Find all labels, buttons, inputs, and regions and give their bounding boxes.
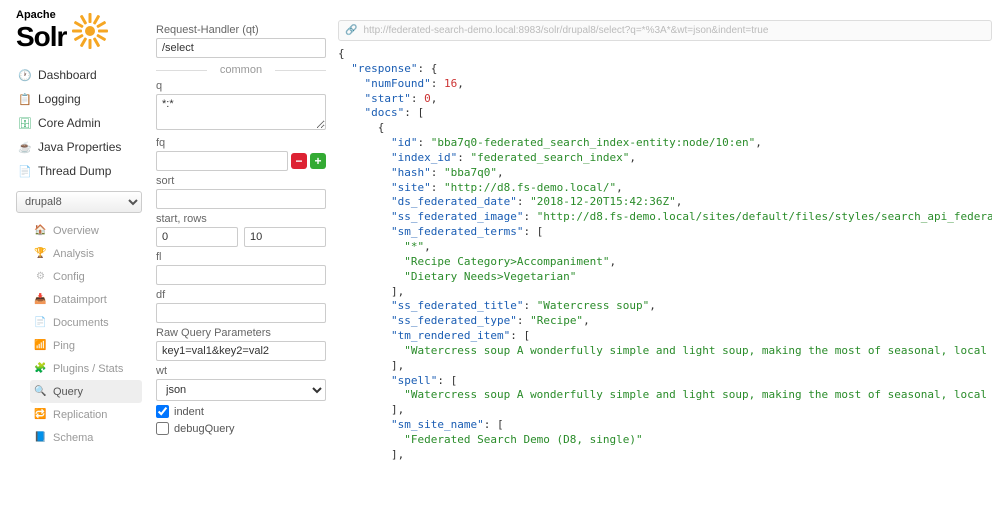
subnav-item-analysis[interactable]: 🏆 Analysis [30, 242, 142, 265]
sort-input[interactable] [156, 189, 326, 209]
q-label: q [156, 80, 326, 92]
subnav-label: Config [53, 271, 85, 283]
fl-label: fl [156, 251, 326, 263]
common-section: common [156, 64, 326, 76]
subnav-label: Dataimport [53, 294, 107, 306]
subnav-label: Analysis [53, 248, 94, 260]
nav-label: Thread Dump [38, 164, 111, 178]
fq-input[interactable] [156, 151, 288, 171]
nav-icon: 📄 [18, 164, 32, 178]
subnav-item-ping[interactable]: 📶 Ping [30, 334, 142, 357]
response-json: { "response": { "numFound": 16, "start":… [338, 47, 992, 463]
subnav-icon: 🏆 [34, 247, 47, 260]
nav-label: Logging [38, 92, 81, 106]
indent-label: indent [174, 406, 204, 418]
nav-item-java-properties[interactable]: ☕ Java Properties [16, 135, 142, 159]
q-input[interactable] [156, 94, 326, 130]
subnav-label: Ping [53, 340, 75, 352]
subnav-icon: 📥 [34, 293, 47, 306]
core-select[interactable]: drupal8 [16, 191, 142, 213]
request-url-text: http://federated-search-demo.local:8983/… [363, 25, 768, 36]
subnav-item-overview[interactable]: 🏠 Overview [30, 219, 142, 242]
fq-add-button[interactable]: + [310, 153, 326, 169]
nav-label: Java Properties [38, 140, 121, 154]
subnav-icon: 🔍 [34, 385, 47, 398]
fq-remove-button[interactable]: − [291, 153, 307, 169]
nav-label: Dashboard [38, 68, 97, 82]
subnav-item-config[interactable]: ⚙ Config [30, 265, 142, 288]
nav-item-logging[interactable]: 📋 Logging [16, 87, 142, 111]
nav-item-thread-dump[interactable]: 📄 Thread Dump [16, 159, 142, 183]
subnav-label: Documents [53, 317, 109, 329]
debugquery-checkbox[interactable] [156, 422, 169, 435]
subnav-icon: 📶 [34, 339, 47, 352]
link-icon: 🔗 [345, 25, 357, 36]
df-input[interactable] [156, 303, 326, 323]
logo-solr-text: Solr [16, 23, 66, 51]
subnav-label: Plugins / Stats [53, 363, 123, 375]
nav-label: Core Admin [38, 116, 101, 130]
debugquery-label: debugQuery [174, 423, 235, 435]
sort-label: sort [156, 175, 326, 187]
subnav-icon: 🧩 [34, 362, 47, 375]
rh-label: Request-Handler (qt) [156, 24, 326, 36]
nav-icon: ☕ [18, 140, 32, 154]
nav-item-core-admin[interactable]: 🗄 Core Admin [16, 111, 142, 135]
subnav-label: Schema [53, 432, 93, 444]
subnav-label: Overview [53, 225, 99, 237]
startrows-label: start, rows [156, 213, 326, 225]
wt-label: wt [156, 365, 326, 377]
request-url-bar[interactable]: 🔗 http://federated-search-demo.local:898… [338, 20, 992, 41]
subnav-item-replication[interactable]: 🔁 Replication [30, 403, 142, 426]
request-handler-input[interactable] [156, 38, 326, 58]
subnav-icon: 🏠 [34, 224, 47, 237]
sun-icon [70, 11, 110, 51]
nav-icon: 🗄 [18, 116, 32, 130]
raw-input[interactable] [156, 341, 326, 361]
subnav-item-plugins-stats[interactable]: 🧩 Plugins / Stats [30, 357, 142, 380]
subnav-label: Query [53, 386, 83, 398]
subnav-icon: 📘 [34, 431, 47, 444]
wt-select[interactable]: json [156, 379, 326, 401]
subnav-label: Replication [53, 409, 107, 421]
nav-item-dashboard[interactable]: 🕐 Dashboard [16, 63, 142, 87]
fq-label: fq [156, 137, 326, 149]
rows-input[interactable] [244, 227, 326, 247]
subnav-item-dataimport[interactable]: 📥 Dataimport [30, 288, 142, 311]
fl-input[interactable] [156, 265, 326, 285]
nav-icon: 🕐 [18, 68, 32, 82]
subnav-item-documents[interactable]: 📄 Documents [30, 311, 142, 334]
logo-apache-text: Apache [16, 10, 66, 21]
subnav-item-schema[interactable]: 📘 Schema [30, 426, 142, 449]
indent-checkbox[interactable] [156, 405, 169, 418]
start-input[interactable] [156, 227, 238, 247]
raw-label: Raw Query Parameters [156, 327, 326, 339]
solr-logo: Apache Solr [16, 10, 142, 51]
subnav-item-query[interactable]: 🔍 Query [30, 380, 142, 403]
subnav-icon: 📄 [34, 316, 47, 329]
subnav-icon: 🔁 [34, 408, 47, 421]
df-label: df [156, 289, 326, 301]
nav-icon: 📋 [18, 92, 32, 106]
subnav-icon: ⚙ [34, 270, 47, 283]
